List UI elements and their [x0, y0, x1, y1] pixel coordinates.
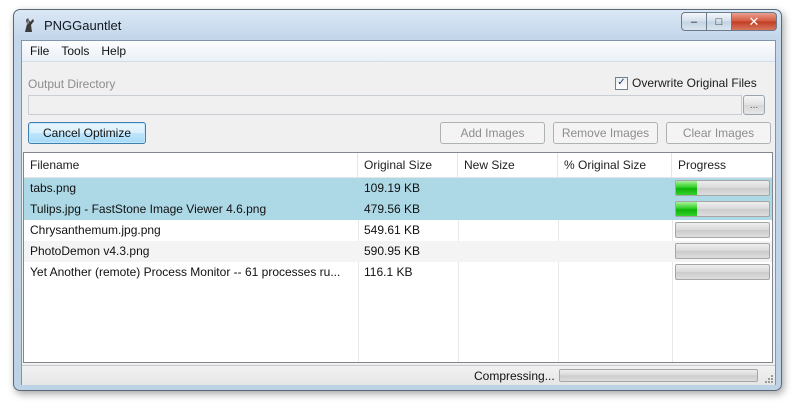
- row-progress-bar: [675, 222, 770, 238]
- menu-help[interactable]: Help: [95, 44, 132, 58]
- percent-original-cell: [558, 199, 672, 220]
- table-row[interactable]: Yet Another (remote) Process Monitor -- …: [24, 262, 772, 283]
- filename-cell: Chrysanthemum.jpg.png: [30, 223, 161, 237]
- checkbox-checked-icon[interactable]: ✓: [615, 76, 628, 90]
- window-controls: – □ ✕: [681, 12, 777, 31]
- gauntlet-app-icon: [25, 18, 34, 32]
- title-bar[interactable]: PNGGauntlet – □ ✕: [14, 10, 781, 40]
- add-images-button[interactable]: Add Images: [440, 122, 545, 144]
- new-size-cell: [458, 262, 558, 283]
- original-size-cell: 549.61 KB: [364, 223, 421, 237]
- filename-cell: Tulips.jpg - FastStone Image Viewer 4.6.…: [30, 202, 267, 216]
- menu-tools[interactable]: Tools: [55, 44, 95, 58]
- progress-cell: [672, 178, 772, 199]
- column-original-size[interactable]: Original Size: [358, 153, 458, 177]
- overwrite-checkbox[interactable]: ✓ Overwrite Original Files: [615, 76, 757, 90]
- row-progress-bar: [675, 180, 770, 196]
- close-button[interactable]: ✕: [732, 12, 777, 31]
- progress-cell: [672, 241, 772, 262]
- status-bar: Compressing...: [22, 365, 775, 385]
- original-size-cell: 590.95 KB: [364, 244, 421, 258]
- client-area: File Tools Help Output Directory ✓ Overw…: [21, 40, 776, 385]
- progress-cell: [672, 220, 772, 241]
- filename-cell: tabs.png: [30, 181, 77, 195]
- row-progress-bar: [675, 264, 770, 280]
- filename-cell: PhotoDemon v4.3.png: [30, 244, 150, 258]
- new-size-cell: [458, 241, 558, 262]
- row-progress-fill: [676, 202, 698, 216]
- column-filename[interactable]: Filename: [24, 153, 358, 177]
- progress-cell: [672, 199, 772, 220]
- output-directory-label: Output Directory: [28, 77, 116, 91]
- original-size-cell: 479.56 KB: [364, 202, 421, 216]
- list-header: Filename Original Size New Size % Origin…: [24, 153, 772, 178]
- new-size-cell: [458, 199, 558, 220]
- cancel-optimize-button[interactable]: Cancel Optimize: [28, 122, 146, 144]
- output-directory-field[interactable]: [28, 95, 742, 115]
- overwrite-label: Overwrite Original Files: [632, 76, 757, 90]
- percent-original-cell: [558, 262, 672, 283]
- percent-original-cell: [558, 178, 672, 199]
- column-new-size[interactable]: New Size: [458, 153, 558, 177]
- status-text: Compressing...: [474, 369, 555, 383]
- window-title: PNGGauntlet: [44, 18, 122, 33]
- percent-original-cell: [558, 220, 672, 241]
- menu-file[interactable]: File: [24, 44, 55, 58]
- resize-grip-icon[interactable]: [763, 373, 773, 383]
- column-percent-original[interactable]: % Original Size: [558, 153, 672, 177]
- table-row[interactable]: Chrysanthemum.jpg.png 549.61 KB: [24, 220, 772, 241]
- app-window: PNGGauntlet – □ ✕ File Tools Help Output…: [13, 9, 782, 391]
- table-row[interactable]: PhotoDemon v4.3.png 590.95 KB: [24, 241, 772, 262]
- original-size-cell: 116.1 KB: [364, 265, 413, 279]
- browse-button[interactable]: ...: [743, 95, 765, 115]
- minimize-button[interactable]: –: [681, 12, 707, 31]
- new-size-cell: [458, 220, 558, 241]
- row-progress-bar: [675, 243, 770, 259]
- remove-images-button[interactable]: Remove Images: [553, 122, 658, 144]
- filename-cell: Yet Another (remote) Process Monitor -- …: [30, 265, 341, 279]
- row-progress-bar: [675, 201, 770, 217]
- original-size-cell: 109.19 KB: [364, 181, 421, 195]
- percent-original-cell: [558, 241, 672, 262]
- menu-bar: File Tools Help: [22, 41, 775, 62]
- new-size-cell: [458, 178, 558, 199]
- overall-progress-bar: [559, 369, 758, 382]
- maximize-button[interactable]: □: [707, 12, 732, 31]
- row-progress-fill: [676, 181, 698, 195]
- table-row[interactable]: tabs.png 109.19 KB: [24, 178, 772, 199]
- table-row[interactable]: Tulips.jpg - FastStone Image Viewer 4.6.…: [24, 199, 772, 220]
- column-progress[interactable]: Progress: [672, 153, 772, 177]
- clear-images-button[interactable]: Clear Images: [666, 122, 771, 144]
- file-list[interactable]: Filename Original Size New Size % Origin…: [23, 152, 773, 363]
- progress-cell: [672, 262, 772, 283]
